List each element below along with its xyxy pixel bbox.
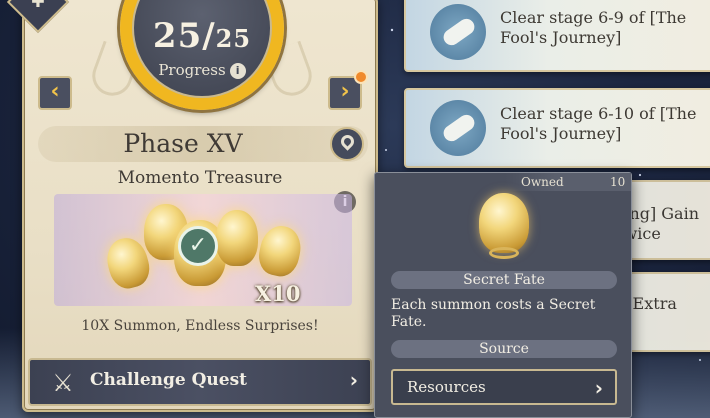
progress-label: Progress i [134, 61, 270, 79]
challenge-quest-button[interactable]: ⚔ Challenge Quest › [28, 358, 372, 406]
check-icon: ✓ [178, 226, 218, 266]
quest-card[interactable]: Clear stage 6-10 of [The Fool's Journey] [404, 88, 710, 168]
resources-button[interactable]: Resources › [391, 369, 617, 405]
owned-count: 10 [610, 175, 626, 189]
challenge-quest-label: Challenge Quest [90, 370, 248, 390]
prev-phase-button[interactable]: ‹ [38, 76, 72, 110]
chevron-right-icon: › [594, 376, 603, 400]
grid-icon: ✚ [31, 0, 45, 11]
secret-fate-icon [471, 189, 537, 263]
treasure-tagline: 10X Summon, Endless Surprises! [81, 318, 319, 334]
item-tooltip: Owned 10 Secret Fate Each summon costs a… [374, 172, 632, 418]
log-icon [430, 100, 486, 156]
chevron-right-icon: › [340, 79, 350, 104]
crossed-swords-icon: ⚔ [52, 369, 74, 397]
quest-card[interactable]: Clear stage 6-9 of [The Fool's Journey] [404, 0, 710, 72]
item-name: Secret Fate [391, 271, 617, 289]
log-icon [430, 4, 486, 60]
progress-ring: 25/25 Progress i [120, 0, 284, 110]
info-icon[interactable]: i [229, 63, 246, 79]
location-pin-button[interactable] [330, 127, 364, 161]
reward-multiplier: X10 [255, 281, 301, 306]
bell-icon [216, 210, 258, 266]
next-phase-button[interactable]: › [328, 70, 368, 110]
treasure-panel: 25/25 Progress i ‹ › Phase XV Momento Tre… [22, 0, 378, 412]
phase-bar: Phase XV [38, 126, 368, 162]
resources-label: Resources [407, 378, 486, 396]
quest-text: Clear stage 6-9 of [The Fool's Journey] [500, 8, 687, 47]
chevron-right-icon: › [349, 368, 358, 392]
notification-dot [354, 70, 368, 84]
progress-count: 25/25 [152, 16, 252, 56]
item-description: Each summon costs a Secret Fate. [391, 297, 596, 330]
location-pin-icon [338, 132, 357, 151]
quest-text: Clear stage 6-10 of [The Fool's Journey] [500, 104, 697, 143]
owned-label: Owned [521, 175, 564, 189]
source-heading: Source [391, 340, 617, 358]
phase-title: Phase XV [123, 129, 243, 158]
treasure-name: Momento Treasure [117, 168, 283, 188]
